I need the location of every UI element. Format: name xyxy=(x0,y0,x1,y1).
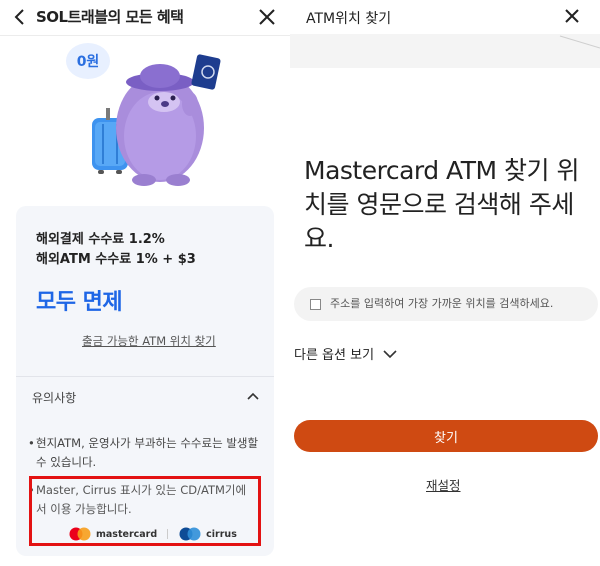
fee-waived-headline: 모두 면제 xyxy=(36,290,123,315)
page-title: ATM위치 찾기 xyxy=(306,11,392,27)
overseas-atm-fee: 해외ATM 수수료 1% + $3 xyxy=(36,252,196,267)
reset-link[interactable]: 재설정 xyxy=(426,475,461,494)
header-bar: SOL트래블의 모든 혜택 xyxy=(0,0,290,36)
chevron-down-icon[interactable] xyxy=(382,349,398,359)
find-button[interactable]: 찾기 xyxy=(294,420,598,452)
close-icon[interactable] xyxy=(562,6,582,26)
map-strip xyxy=(290,34,600,68)
more-options-toggle[interactable]: 다른 옵션 보기 xyxy=(294,344,374,363)
overseas-payment-fee: 해외결제 수수료 1.2% xyxy=(36,232,165,247)
chevron-up-icon[interactable] xyxy=(246,390,260,402)
search-checkbox-icon xyxy=(310,299,321,310)
close-icon[interactable] xyxy=(256,6,278,28)
back-arrow-icon[interactable] xyxy=(10,7,30,27)
map-road-lines xyxy=(559,35,600,49)
highlight-box xyxy=(29,476,261,546)
notice-bullet: • 현지ATM, 운영사가 부과하는 수수료는 발생할 수 있습니다. xyxy=(28,434,262,472)
bullet-dot: • xyxy=(28,436,35,450)
search-placeholder: 주소를 입력하여 가장 가까운 위치를 검색하세요. xyxy=(330,297,554,310)
notice-bullet-text: 현지ATM, 운영사가 부과하는 수수료는 발생할 수 있습니다. xyxy=(36,436,259,469)
zero-won-badge: 0원 xyxy=(66,43,110,79)
find-atm-link[interactable]: 출금 가능한 ATM 위치 찾기 xyxy=(82,333,216,349)
divider xyxy=(16,376,274,377)
atm-locator-panel: ATM위치 찾기 Mastercard ATM 찾기 위치를 영문으로 검색해 … xyxy=(290,0,600,566)
benefits-panel: SOL트래블의 모든 혜택 0원 해외결제 수수료 1.2% 해외ATM 수수료… xyxy=(0,0,290,566)
address-search-input[interactable]: 주소를 입력하여 가장 가까운 위치를 검색하세요. xyxy=(294,287,598,321)
notice-title[interactable]: 유의사항 xyxy=(32,389,76,406)
search-heading: Mastercard ATM 찾기 위치를 영문으로 검색해 주세요. xyxy=(304,156,579,253)
page-title: SOL트래블의 모든 혜택 xyxy=(36,8,184,26)
